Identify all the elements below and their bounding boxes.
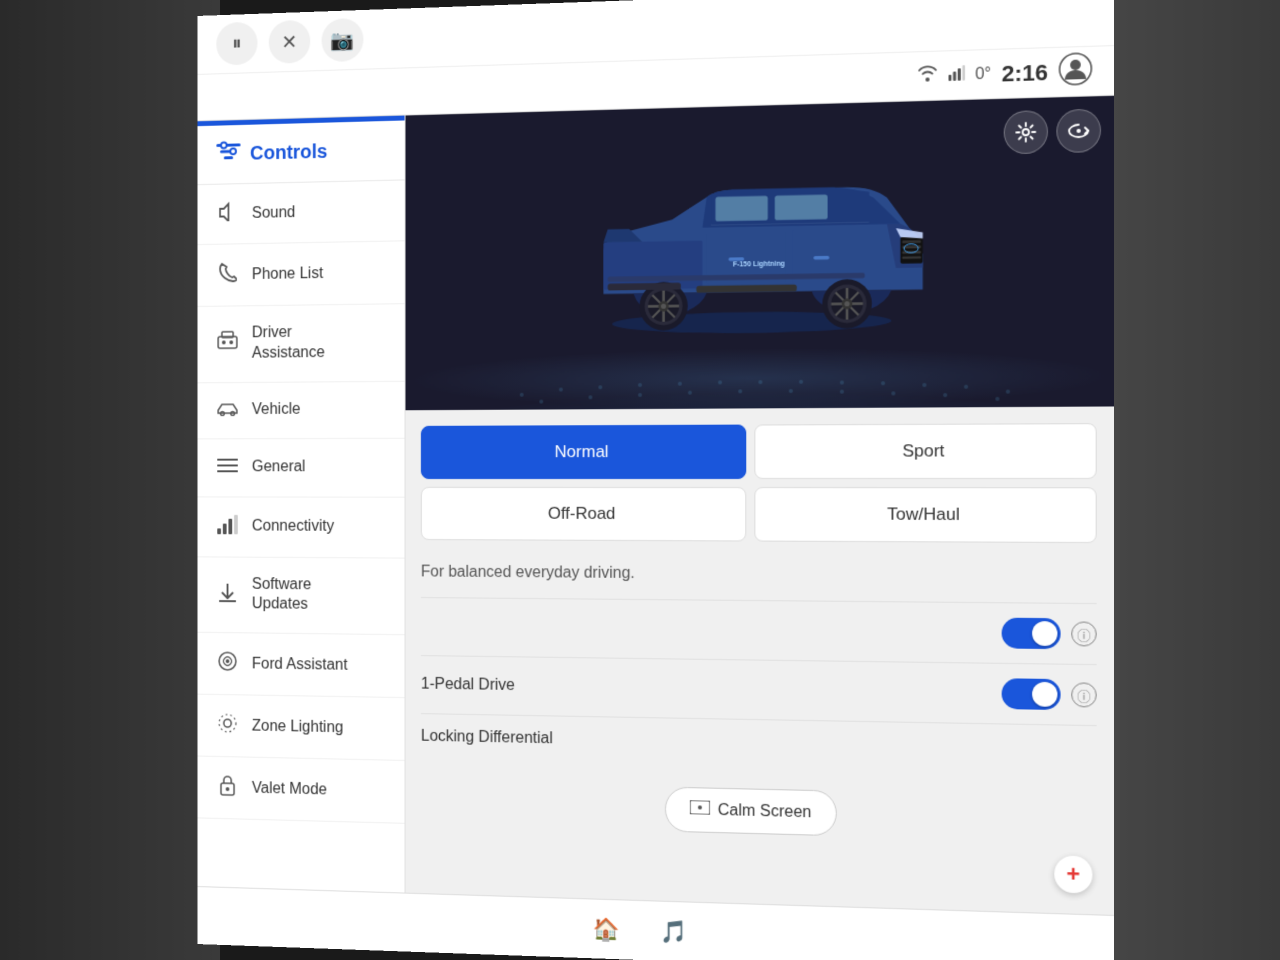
toggle-1[interactable] [1002, 618, 1061, 650]
mode-offroad-button[interactable]: Off-Road [421, 487, 746, 542]
sidebar-item-vehicle-label: Vehicle [252, 401, 301, 419]
sidebar-item-connectivity[interactable]: Connectivity [198, 497, 405, 558]
locking-diff-label: Locking Differential [421, 728, 553, 748]
sidebar-item-valet-mode-label: Valet Mode [252, 780, 327, 799]
sidebar-item-software-updates[interactable]: Software Updates [198, 557, 405, 635]
drive-modes-section: Normal Sport Off-Road Tow/Haul [406, 406, 1114, 559]
camera-button[interactable]: 📷 [322, 18, 364, 62]
ford-assistant-icon [216, 651, 238, 677]
vehicle-360-button[interactable] [1056, 109, 1101, 154]
temperature-display: 0° [975, 65, 991, 84]
sidebar-item-sound[interactable]: Sound [198, 180, 405, 245]
profile-icon[interactable] [1059, 52, 1093, 91]
add-button[interactable]: + [1054, 855, 1092, 893]
sidebar-item-valet-mode[interactable]: Valet Mode [198, 757, 405, 824]
info-icon-2[interactable]: ⓘ [1071, 682, 1096, 707]
sound-icon [216, 202, 238, 227]
music-icon[interactable]: 🎵 [660, 918, 687, 945]
one-pedal-toggle[interactable] [1002, 678, 1061, 710]
sidebar-item-general-label: General [252, 459, 306, 477]
sidebar-item-general[interactable]: General [198, 438, 405, 497]
sidebar-item-zone-lighting[interactable]: Zone Lighting [198, 695, 405, 761]
sidebar-item-ford-assistant-label: Ford Assistant [252, 655, 348, 674]
sidebar-item-ford-assistant[interactable]: Ford Assistant [198, 633, 405, 698]
zone-lighting-icon [216, 713, 238, 740]
main-content: F-150 Lightning [406, 96, 1114, 915]
sidebar-item-vehicle[interactable]: Vehicle [198, 381, 405, 439]
home-icon[interactable]: 🏠 [593, 916, 620, 943]
sidebar-item-software-label: Software Updates [252, 575, 311, 616]
controls-title: Controls [250, 141, 328, 165]
sidebar-item-phone-label: Phone List [252, 265, 323, 284]
wifi-icon [917, 65, 938, 87]
info-icon-1[interactable]: ⓘ [1071, 621, 1096, 646]
svg-text:F-150 Lightning: F-150 Lightning [733, 260, 785, 268]
sidebar: Controls Sound [198, 116, 406, 893]
setting-right-one-pedal: ⓘ [1002, 678, 1097, 710]
sidebar-item-sound-label: Sound [252, 204, 296, 222]
mode-towhaul-button[interactable]: Tow/Haul [754, 487, 1096, 543]
drive-mode-description: For balanced everyday driving. [406, 556, 1114, 604]
valet-mode-icon [216, 775, 238, 802]
close-button[interactable]: ✕ [269, 20, 310, 64]
one-pedal-label: 1-Pedal Drive [421, 676, 515, 695]
vehicle-image-container: F-150 Lightning [406, 96, 1114, 410]
pause-button[interactable]: ⏸ [216, 22, 257, 66]
sidebar-item-phone-list[interactable]: Phone List [198, 241, 405, 307]
calm-screen-label: Calm Screen [718, 801, 812, 821]
vehicle-icon [216, 400, 238, 420]
mode-normal-button[interactable]: Normal [421, 425, 746, 479]
vehicle-controls-overlay [1004, 109, 1101, 155]
general-icon [216, 456, 238, 478]
sidebar-item-connectivity-label: Connectivity [252, 518, 334, 536]
controls-icon [216, 140, 240, 168]
main-area: Controls Sound [198, 96, 1114, 915]
time-display: 2:16 [1002, 59, 1048, 87]
controls-header: Controls [198, 120, 405, 185]
sidebar-item-driver-assistance[interactable]: Driver Assistance [198, 304, 405, 383]
mode-sport-button[interactable]: Sport [754, 423, 1096, 479]
connectivity-icon [216, 514, 238, 538]
sidebar-item-zone-lighting-label: Zone Lighting [252, 718, 344, 737]
sidebar-item-driver-assistance-label: Driver Assistance [252, 323, 325, 364]
calm-screen-button[interactable]: Calm Screen [665, 787, 837, 837]
calm-screen-icon [690, 800, 710, 820]
vehicle-settings-button[interactable] [1004, 110, 1048, 154]
driver-assistance-icon [216, 331, 238, 357]
setting-row-1: ⓘ [421, 597, 1097, 664]
software-updates-icon [216, 582, 238, 608]
setting-right-1: ⓘ [1002, 618, 1097, 650]
phone-icon [216, 262, 238, 289]
signal-icon [948, 64, 965, 86]
settings-section: ⓘ 1-Pedal Drive ⓘ Locking Differential [406, 597, 1114, 774]
